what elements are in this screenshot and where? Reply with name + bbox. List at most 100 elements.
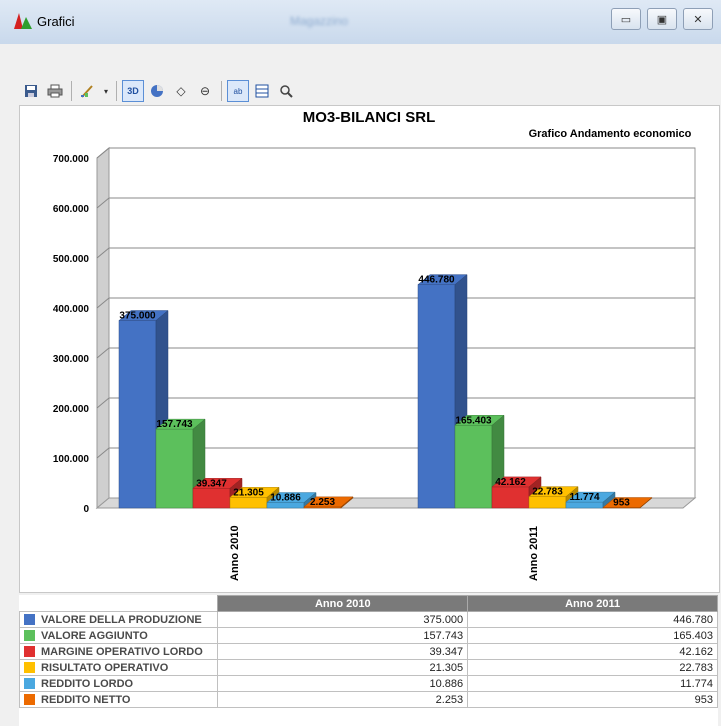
series-name: VALORE DELLA PRODUZIONE <box>41 613 202 626</box>
series-name: RISULTATO OPERATIVO <box>41 661 169 674</box>
y-tick-label: 600.000 <box>53 204 90 215</box>
y-tick-label: 700.000 <box>53 154 90 165</box>
close-button[interactable]: ✕ <box>683 8 713 30</box>
series-label-cell: VALORE AGGIUNTO <box>18 627 219 644</box>
series-name: REDDITO LORDO <box>41 677 134 690</box>
bar-value-label: 165.403 <box>455 415 492 426</box>
value-cell: 39.347 <box>217 643 469 660</box>
bar-value-label: 446.780 <box>418 275 455 286</box>
series-label-cell: REDDITO LORDO <box>18 675 219 692</box>
table-row: MARGINE OPERATIVO LORDO 39.347 42.162 <box>18 643 718 660</box>
bar-value-label: 22.783 <box>532 487 563 498</box>
bar-value-label: 21.305 <box>233 487 264 498</box>
pie-icon[interactable] <box>146 80 168 102</box>
data-table-icon[interactable] <box>251 80 273 102</box>
table-row: REDDITO NETTO 2.253 953 <box>18 691 718 708</box>
bar-value-label: 39.347 <box>196 478 227 489</box>
table-header-blank <box>19 595 218 612</box>
table-row: RISULTATO OPERATIVO 21.305 22.783 <box>18 659 718 676</box>
bar <box>155 428 194 509</box>
chart-wizard-icon[interactable] <box>77 80 99 102</box>
window-title: Grafici <box>37 14 75 29</box>
title-bar: Grafici Magazzino ▭ ▣ ✕ <box>0 0 721 45</box>
value-cell: 10.886 <box>217 675 469 692</box>
value-cell: 375.000 <box>217 611 469 628</box>
value-cell: 2.253 <box>217 691 469 708</box>
menu-band <box>0 44 721 72</box>
chevron-down-icon[interactable]: ▾ <box>101 80 111 102</box>
series-name: REDDITO NETTO <box>41 693 131 706</box>
chart-title: MO3-BILANCI SRL <box>303 109 436 126</box>
chart-data-table: Anno 2010 Anno 2011 VALORE DELLA PRODUZI… <box>18 595 718 708</box>
y-tick-label: 100.000 <box>53 454 90 465</box>
data-table-area: Anno 2010 Anno 2011 VALORE DELLA PRODUZI… <box>18 595 718 726</box>
chart-toolbar: ▾ 3D ◇ ⊖ ab <box>20 78 297 104</box>
print-icon[interactable] <box>44 80 66 102</box>
table-row: REDDITO LORDO 10.886 11.774 <box>18 675 718 692</box>
y-tick-label: 300.000 <box>53 354 90 365</box>
bar <box>417 284 456 509</box>
bar-value-label: 11.774 <box>569 492 599 503</box>
minimize-button[interactable]: ▭ <box>611 8 641 30</box>
chart-subtitle: Grafico Andamento economico <box>529 128 692 140</box>
value-cell: 165.403 <box>467 627 718 644</box>
series-name: VALORE AGGIUNTO <box>41 629 148 642</box>
series-label-cell: REDDITO NETTO <box>18 691 219 708</box>
toolbar-separator <box>116 81 117 101</box>
value-cell: 157.743 <box>217 627 469 644</box>
table-header-row: Anno 2010 Anno 2011 <box>19 595 718 612</box>
value-cell: 446.780 <box>467 611 718 628</box>
bar <box>118 320 157 509</box>
bar <box>491 486 530 509</box>
legend-swatch <box>24 645 35 657</box>
series-label-cell: RISULTATO OPERATIVO <box>18 659 219 676</box>
3d-icon[interactable]: 3D <box>122 80 144 102</box>
table-row: VALORE AGGIUNTO 157.743 165.403 <box>18 627 718 644</box>
x-category-label: Anno 2011 <box>528 526 540 581</box>
background-window-title: Magazzino <box>290 14 349 28</box>
chart-app-icon <box>14 13 32 29</box>
bar-value-label: 42.162 <box>495 477 526 488</box>
bar-value-label: 953 <box>613 498 630 509</box>
bar-chart: MO3-BILANCI SRL Grafico Andamento economi… <box>53 109 697 581</box>
bar-value-label: 2.253 <box>310 497 335 508</box>
data-labels-icon[interactable]: ab <box>227 80 249 102</box>
bar <box>454 425 493 509</box>
rotate-vertical-icon[interactable]: ⊖ <box>194 80 216 102</box>
legend-swatch <box>24 629 35 641</box>
value-cell: 11.774 <box>467 675 718 692</box>
bar <box>192 488 231 509</box>
rotate-horizontal-icon[interactable]: ◇ <box>170 80 192 102</box>
table-header-col: Anno 2011 <box>467 595 718 612</box>
bar <box>229 497 268 509</box>
value-cell: 22.783 <box>467 659 718 676</box>
series-name: MARGINE OPERATIVO LORDO <box>41 645 203 658</box>
save-icon[interactable] <box>20 80 42 102</box>
table-header-col: Anno 2010 <box>217 595 469 612</box>
zoom-icon[interactable] <box>275 80 297 102</box>
y-tick-label: 0 <box>83 504 89 515</box>
series-label-cell: VALORE DELLA PRODUZIONE <box>18 611 219 628</box>
value-cell: 21.305 <box>217 659 469 676</box>
bar-value-label: 157.743 <box>156 419 193 430</box>
y-tick-label: 500.000 <box>53 254 90 265</box>
restore-button[interactable]: ▣ <box>647 8 677 30</box>
series-label-cell: MARGINE OPERATIVO LORDO <box>18 643 219 660</box>
y-tick-label: 400.000 <box>53 304 90 315</box>
legend-swatch <box>24 677 35 689</box>
legend-swatch <box>24 661 35 673</box>
value-cell: 953 <box>467 691 718 708</box>
legend-swatch <box>24 613 35 625</box>
bar-value-label: 10.886 <box>270 493 301 504</box>
bar <box>528 496 567 509</box>
value-cell: 42.162 <box>467 643 718 660</box>
chart-panel: MO3-BILANCI SRL Grafico Andamento economi… <box>19 105 720 593</box>
x-category-label: Anno 2010 <box>229 525 241 581</box>
toolbar-separator <box>71 81 72 101</box>
legend-swatch <box>24 693 35 705</box>
y-tick-label: 200.000 <box>53 404 90 415</box>
table-row: VALORE DELLA PRODUZIONE 375.000 446.780 <box>18 611 718 628</box>
toolbar-separator <box>221 81 222 101</box>
plot-side-wall <box>96 146 110 510</box>
bar-value-label: 375.000 <box>119 311 156 322</box>
